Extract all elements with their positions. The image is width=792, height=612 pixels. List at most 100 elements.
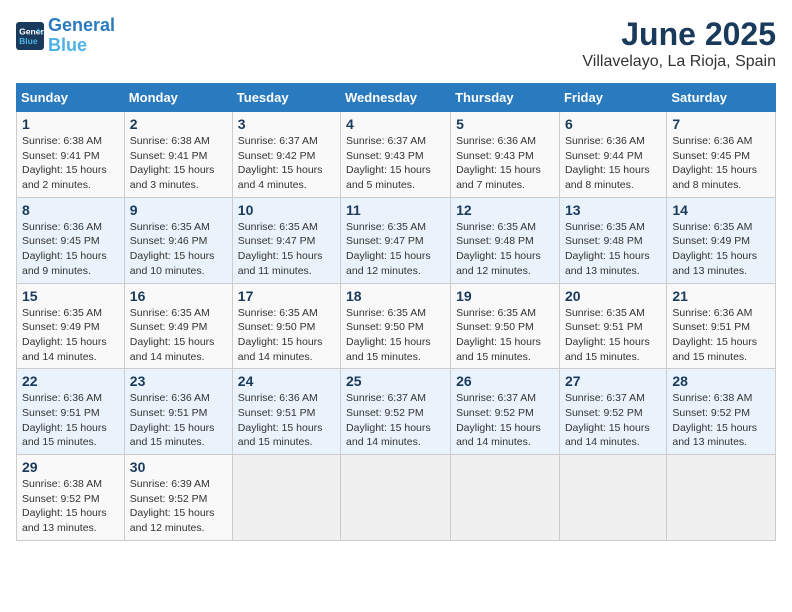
day-detail: Sunrise: 6:37 AMSunset: 9:43 PMDaylight:… (346, 134, 445, 193)
table-row (232, 455, 340, 541)
calendar-table: Sunday Monday Tuesday Wednesday Thursday… (16, 83, 776, 541)
table-row: 4 Sunrise: 6:37 AMSunset: 9:43 PMDaylight… (341, 112, 451, 198)
table-row: 30 Sunrise: 6:39 AMSunset: 9:52 PMDayligh… (124, 455, 232, 541)
day-detail: Sunrise: 6:35 AMSunset: 9:50 PMDaylight:… (346, 306, 445, 365)
table-row: 28 Sunrise: 6:38 AMSunset: 9:52 PMDayligh… (667, 369, 776, 455)
day-number: 7 (672, 116, 770, 132)
table-row: 12Sunrise: 6:35 AMSunset: 9:48 PMDayligh… (451, 197, 560, 283)
day-number: 19 (456, 288, 554, 304)
day-number: 6 (565, 116, 661, 132)
day-detail: Sunrise: 6:35 AMSunset: 9:49 PMDaylight:… (130, 306, 227, 365)
day-number: 2 (130, 116, 227, 132)
day-number: 17 (238, 288, 335, 304)
day-detail: Sunrise: 6:35 AMSunset: 9:48 PMDaylight:… (456, 220, 554, 279)
calendar-week-row: 8 Sunrise: 6:36 AMSunset: 9:45 PMDaylight… (17, 197, 776, 283)
calendar-week-row: 29Sunrise: 6:38 AMSunset: 9:52 PMDayligh… (17, 455, 776, 541)
calendar-week-row: 15Sunrise: 6:35 AMSunset: 9:49 PMDayligh… (17, 283, 776, 369)
day-detail: Sunrise: 6:35 AMSunset: 9:48 PMDaylight:… (565, 220, 661, 279)
table-row: 9 Sunrise: 6:35 AMSunset: 9:46 PMDaylight… (124, 197, 232, 283)
page-header: General Blue GeneralBlue June 2025 Villa… (16, 16, 776, 71)
table-row: 16 Sunrise: 6:35 AMSunset: 9:49 PMDayligh… (124, 283, 232, 369)
day-detail: Sunrise: 6:37 AMSunset: 9:52 PMDaylight:… (456, 391, 554, 450)
svg-text:Blue: Blue (19, 36, 38, 46)
table-row (559, 455, 666, 541)
table-row: 20 Sunrise: 6:35 AMSunset: 9:51 PMDayligh… (559, 283, 666, 369)
day-number: 28 (672, 373, 770, 389)
table-row: 1 Sunrise: 6:38 AMSunset: 9:41 PMDaylight… (17, 112, 125, 198)
table-row: 11 Sunrise: 6:35 AMSunset: 9:47 PMDayligh… (341, 197, 451, 283)
calendar-week-row: 22Sunrise: 6:36 AMSunset: 9:51 PMDayligh… (17, 369, 776, 455)
day-number: 9 (130, 202, 227, 218)
table-row: 13Sunrise: 6:35 AMSunset: 9:48 PMDayligh… (559, 197, 666, 283)
logo-icon: General Blue (16, 22, 44, 50)
day-detail: Sunrise: 6:36 AMSunset: 9:51 PMDaylight:… (130, 391, 227, 450)
day-detail: Sunrise: 6:36 AMSunset: 9:51 PMDaylight:… (22, 391, 119, 450)
day-number: 8 (22, 202, 119, 218)
day-detail: Sunrise: 6:36 AMSunset: 9:51 PMDaylight:… (672, 306, 770, 365)
day-detail: Sunrise: 6:35 AMSunset: 9:47 PMDaylight:… (346, 220, 445, 279)
table-row: 10Sunrise: 6:35 AMSunset: 9:47 PMDayligh… (232, 197, 340, 283)
logo-text: GeneralBlue (48, 16, 115, 56)
day-detail: Sunrise: 6:39 AMSunset: 9:52 PMDaylight:… (130, 477, 227, 536)
header-thursday: Thursday (451, 84, 560, 112)
table-row: 5 Sunrise: 6:36 AMSunset: 9:43 PMDaylight… (451, 112, 560, 198)
table-row: 29Sunrise: 6:38 AMSunset: 9:52 PMDayligh… (17, 455, 125, 541)
day-detail: Sunrise: 6:35 AMSunset: 9:50 PMDaylight:… (238, 306, 335, 365)
day-detail: Sunrise: 6:35 AMSunset: 9:49 PMDaylight:… (672, 220, 770, 279)
day-detail: Sunrise: 6:36 AMSunset: 9:45 PMDaylight:… (22, 220, 119, 279)
calendar-week-row: 1 Sunrise: 6:38 AMSunset: 9:41 PMDaylight… (17, 112, 776, 198)
day-detail: Sunrise: 6:36 AMSunset: 9:43 PMDaylight:… (456, 134, 554, 193)
table-row: 23 Sunrise: 6:36 AMSunset: 9:51 PMDayligh… (124, 369, 232, 455)
table-row: 3 Sunrise: 6:37 AMSunset: 9:42 PMDaylight… (232, 112, 340, 198)
table-row: 25 Sunrise: 6:37 AMSunset: 9:52 PMDayligh… (341, 369, 451, 455)
header-wednesday: Wednesday (341, 84, 451, 112)
month-title: June 2025 (582, 16, 776, 53)
table-row: 26 Sunrise: 6:37 AMSunset: 9:52 PMDayligh… (451, 369, 560, 455)
table-row: 19 Sunrise: 6:35 AMSunset: 9:50 PMDayligh… (451, 283, 560, 369)
day-number: 5 (456, 116, 554, 132)
header-friday: Friday (559, 84, 666, 112)
day-number: 16 (130, 288, 227, 304)
day-detail: Sunrise: 6:37 AMSunset: 9:52 PMDaylight:… (346, 391, 445, 450)
day-number: 21 (672, 288, 770, 304)
header-tuesday: Tuesday (232, 84, 340, 112)
day-number: 18 (346, 288, 445, 304)
title-area: June 2025 Villavelayo, La Rioja, Spain (582, 16, 776, 71)
day-number: 1 (22, 116, 119, 132)
table-row (451, 455, 560, 541)
day-detail: Sunrise: 6:35 AMSunset: 9:51 PMDaylight:… (565, 306, 661, 365)
day-number: 3 (238, 116, 335, 132)
day-detail: Sunrise: 6:36 AMSunset: 9:45 PMDaylight:… (672, 134, 770, 193)
day-detail: Sunrise: 6:35 AMSunset: 9:46 PMDaylight:… (130, 220, 227, 279)
day-number: 11 (346, 202, 445, 218)
table-row: 18 Sunrise: 6:35 AMSunset: 9:50 PMDayligh… (341, 283, 451, 369)
table-row: 22Sunrise: 6:36 AMSunset: 9:51 PMDayligh… (17, 369, 125, 455)
table-row: 21 Sunrise: 6:36 AMSunset: 9:51 PMDayligh… (667, 283, 776, 369)
table-row: 17 Sunrise: 6:35 AMSunset: 9:50 PMDayligh… (232, 283, 340, 369)
day-detail: Sunrise: 6:37 AMSunset: 9:42 PMDaylight:… (238, 134, 335, 193)
day-number: 27 (565, 373, 661, 389)
day-detail: Sunrise: 6:36 AMSunset: 9:51 PMDaylight:… (238, 391, 335, 450)
day-detail: Sunrise: 6:35 AMSunset: 9:49 PMDaylight:… (22, 306, 119, 365)
day-detail: Sunrise: 6:38 AMSunset: 9:41 PMDaylight:… (22, 134, 119, 193)
day-number: 4 (346, 116, 445, 132)
table-row: 15Sunrise: 6:35 AMSunset: 9:49 PMDayligh… (17, 283, 125, 369)
day-number: 23 (130, 373, 227, 389)
day-number: 26 (456, 373, 554, 389)
location-title: Villavelayo, La Rioja, Spain (582, 53, 776, 71)
day-number: 20 (565, 288, 661, 304)
day-detail: Sunrise: 6:38 AMSunset: 9:52 PMDaylight:… (672, 391, 770, 450)
table-row: 24 Sunrise: 6:36 AMSunset: 9:51 PMDayligh… (232, 369, 340, 455)
day-detail: Sunrise: 6:36 AMSunset: 9:44 PMDaylight:… (565, 134, 661, 193)
day-detail: Sunrise: 6:38 AMSunset: 9:41 PMDaylight:… (130, 134, 227, 193)
day-detail: Sunrise: 6:37 AMSunset: 9:52 PMDaylight:… (565, 391, 661, 450)
calendar-header-row: Sunday Monday Tuesday Wednesday Thursday… (17, 84, 776, 112)
day-number: 25 (346, 373, 445, 389)
table-row: 2 Sunrise: 6:38 AMSunset: 9:41 PMDaylight… (124, 112, 232, 198)
table-row (341, 455, 451, 541)
day-number: 30 (130, 459, 227, 475)
day-number: 24 (238, 373, 335, 389)
day-detail: Sunrise: 6:35 AMSunset: 9:50 PMDaylight:… (456, 306, 554, 365)
table-row: 8 Sunrise: 6:36 AMSunset: 9:45 PMDaylight… (17, 197, 125, 283)
table-row: 7 Sunrise: 6:36 AMSunset: 9:45 PMDaylight… (667, 112, 776, 198)
